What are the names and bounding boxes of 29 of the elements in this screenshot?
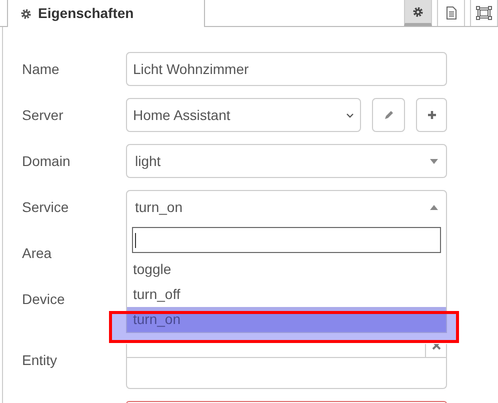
settings-button[interactable]	[404, 0, 432, 26]
frame-icon	[476, 6, 492, 20]
entity-field[interactable]	[126, 344, 447, 389]
chevron-down-icon	[346, 112, 354, 118]
field-label: Name	[22, 60, 60, 78]
pencil-icon	[384, 110, 394, 120]
document-icon	[446, 6, 456, 20]
plus-icon	[426, 110, 436, 120]
dropdown-arrow-icon	[430, 158, 438, 164]
settings-icon	[412, 6, 424, 18]
combo-box[interactable]: light	[126, 144, 447, 178]
add-button[interactable]	[416, 98, 447, 132]
server-select[interactable]: Home Assistant	[126, 98, 361, 132]
dropdown-arrow-icon	[430, 204, 438, 210]
settings-icon	[20, 8, 32, 20]
dropdown-option[interactable]: turn_off	[127, 282, 446, 307]
document-button[interactable]	[437, 0, 465, 26]
field-label: Domain	[22, 152, 72, 170]
properties-tab[interactable]: Eigenschaften	[7, 0, 205, 27]
field-label: Server	[22, 106, 64, 124]
field-label: Device	[22, 290, 66, 308]
field-label: Service	[22, 198, 70, 216]
field-label: Entity	[22, 351, 58, 370]
search-field[interactable]	[132, 227, 441, 253]
field-label: Area	[22, 244, 53, 262]
frame-button[interactable]	[470, 0, 498, 26]
close-icon	[432, 344, 440, 350]
name-field[interactable]: Licht Wohnzimmer	[126, 52, 447, 86]
dropdown-option[interactable]: toggle	[127, 257, 446, 282]
